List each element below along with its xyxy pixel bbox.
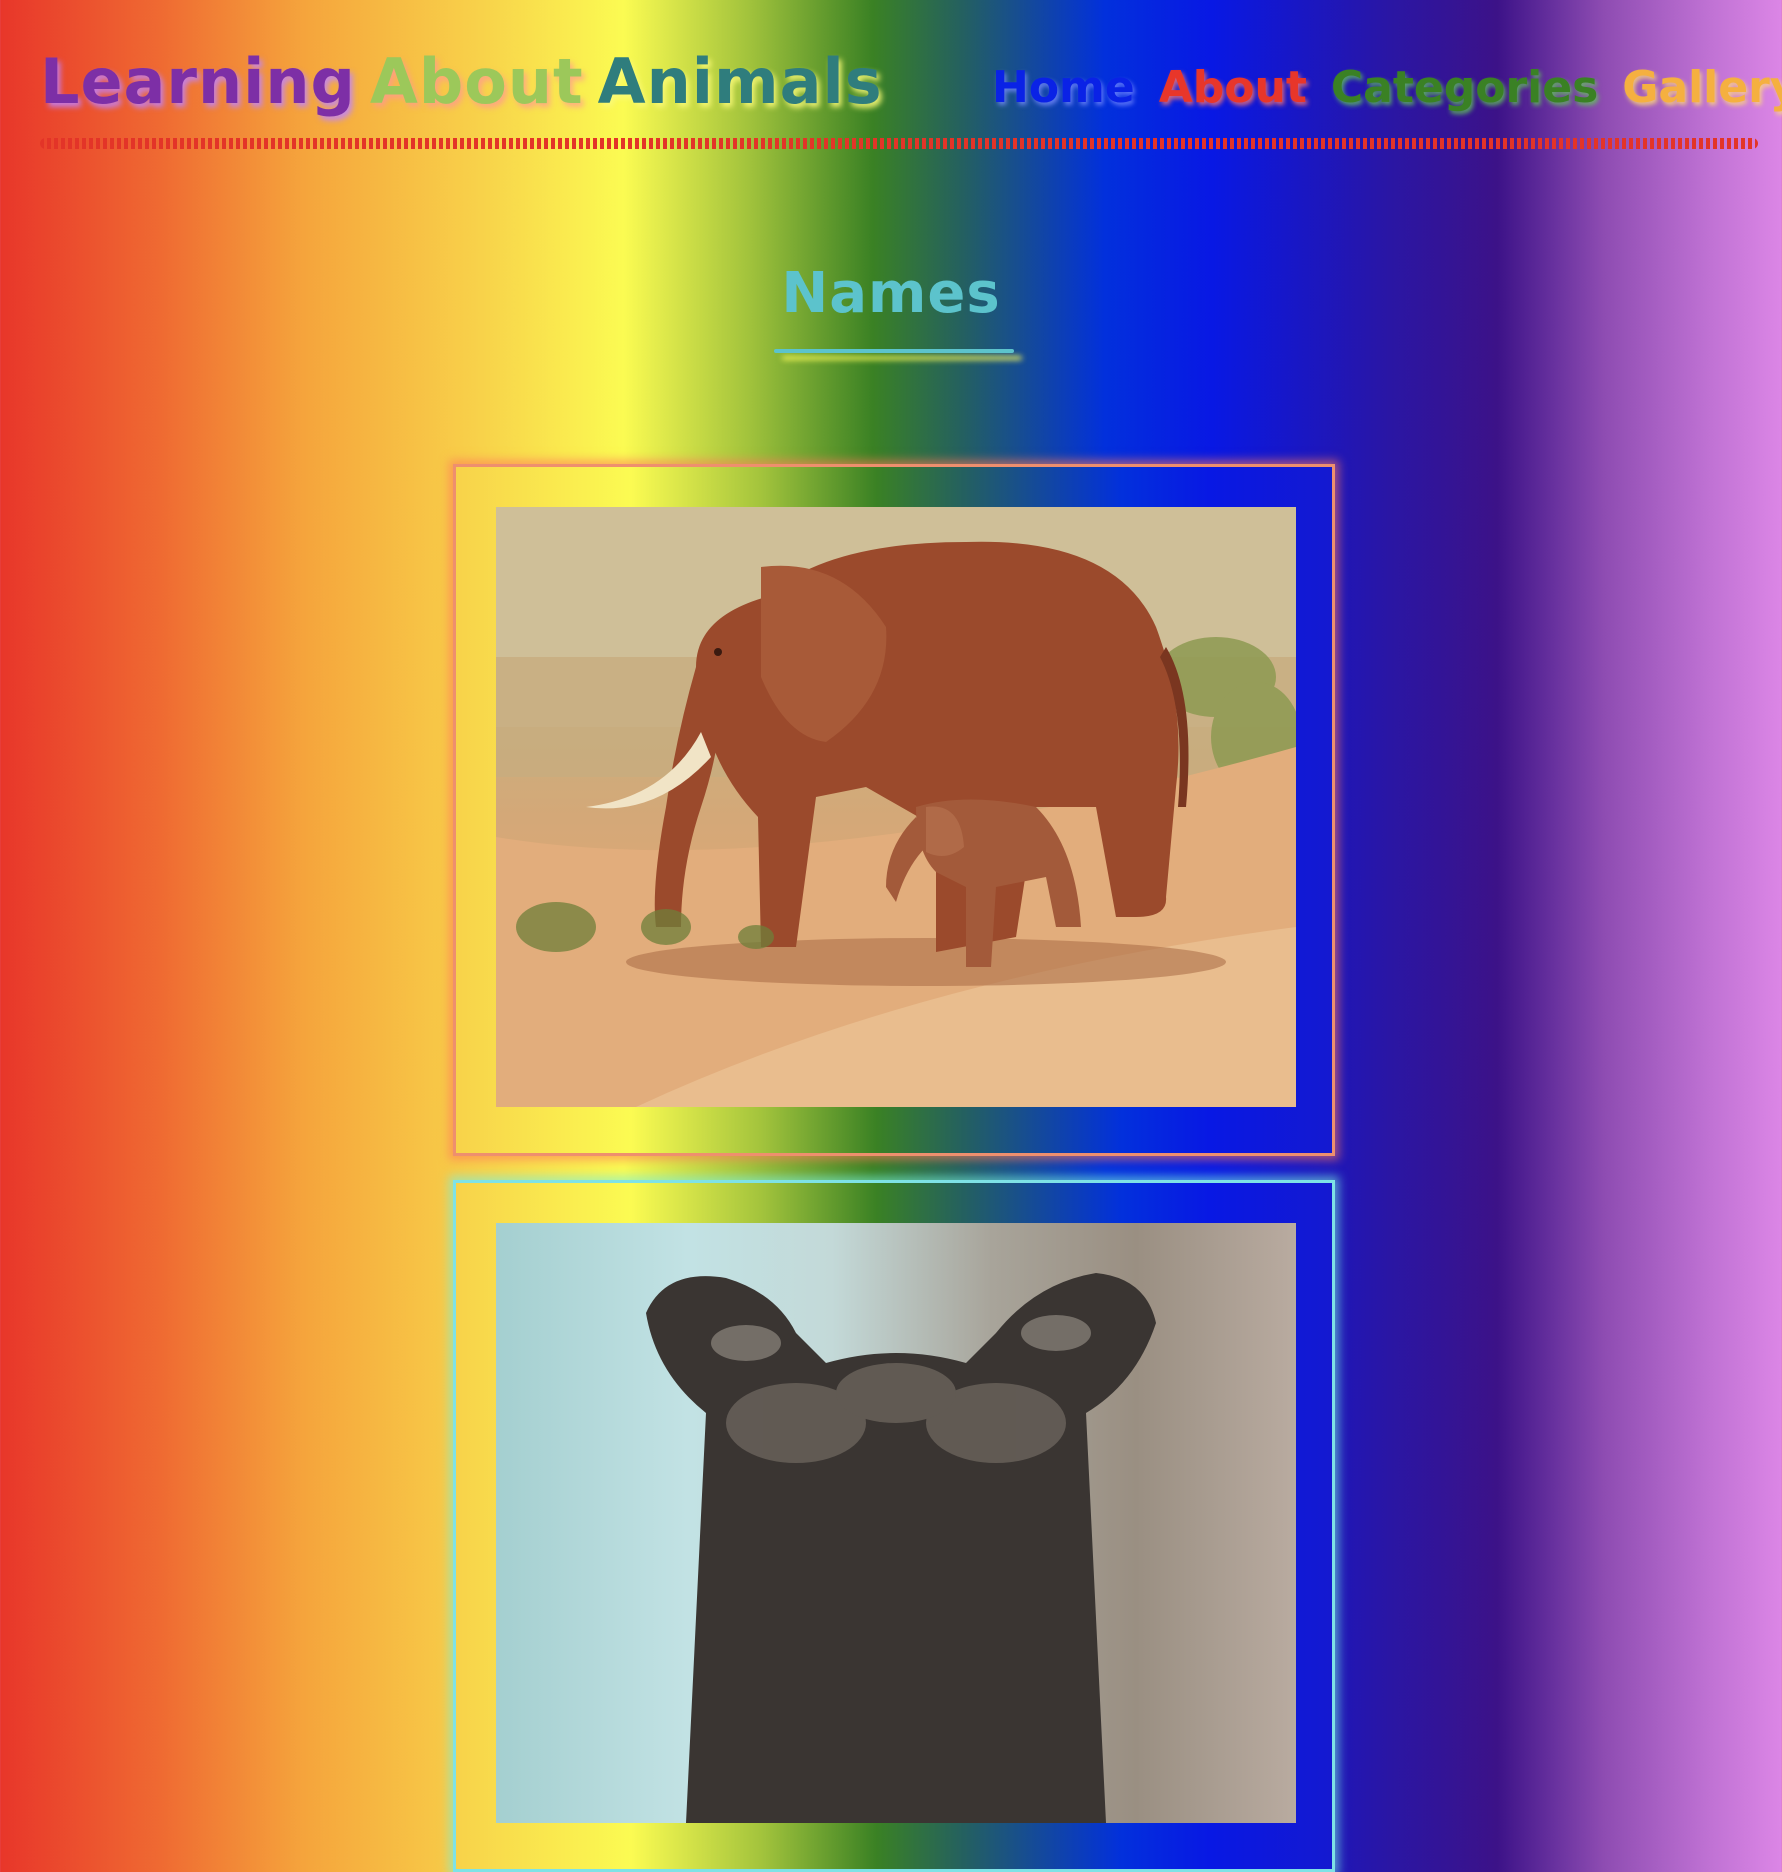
photo-gallery (453, 464, 1335, 1872)
gallery-card-owl (453, 1180, 1335, 1872)
nav-link-about[interactable]: About (1159, 58, 1307, 118)
site-title-word-learning: Learning (40, 45, 356, 118)
main-nav: Home About Categories Gallery (992, 58, 1782, 118)
owl-photo-illustration (646, 1273, 1156, 1823)
site-title: Learning About Animals (40, 44, 897, 120)
gallery-card-elephant (453, 464, 1335, 1156)
page-heading: Names (781, 261, 1001, 326)
nav-link-gallery[interactable]: Gallery (1622, 58, 1782, 118)
site-header: Learning About Animals Home About Categori… (0, 0, 1782, 150)
owl-photo[interactable] (496, 1223, 1296, 1823)
nav-link-categories[interactable]: Categories (1331, 58, 1598, 118)
site-title-word-animals: Animals (597, 45, 883, 118)
nav-link-home[interactable]: Home (992, 58, 1135, 118)
elephant-photo[interactable] (496, 507, 1296, 1107)
header-divider (40, 138, 1758, 149)
site-title-word-about: About (369, 45, 584, 118)
elephant-photo-illustration (496, 507, 1296, 1107)
heading-underline (774, 349, 1014, 353)
